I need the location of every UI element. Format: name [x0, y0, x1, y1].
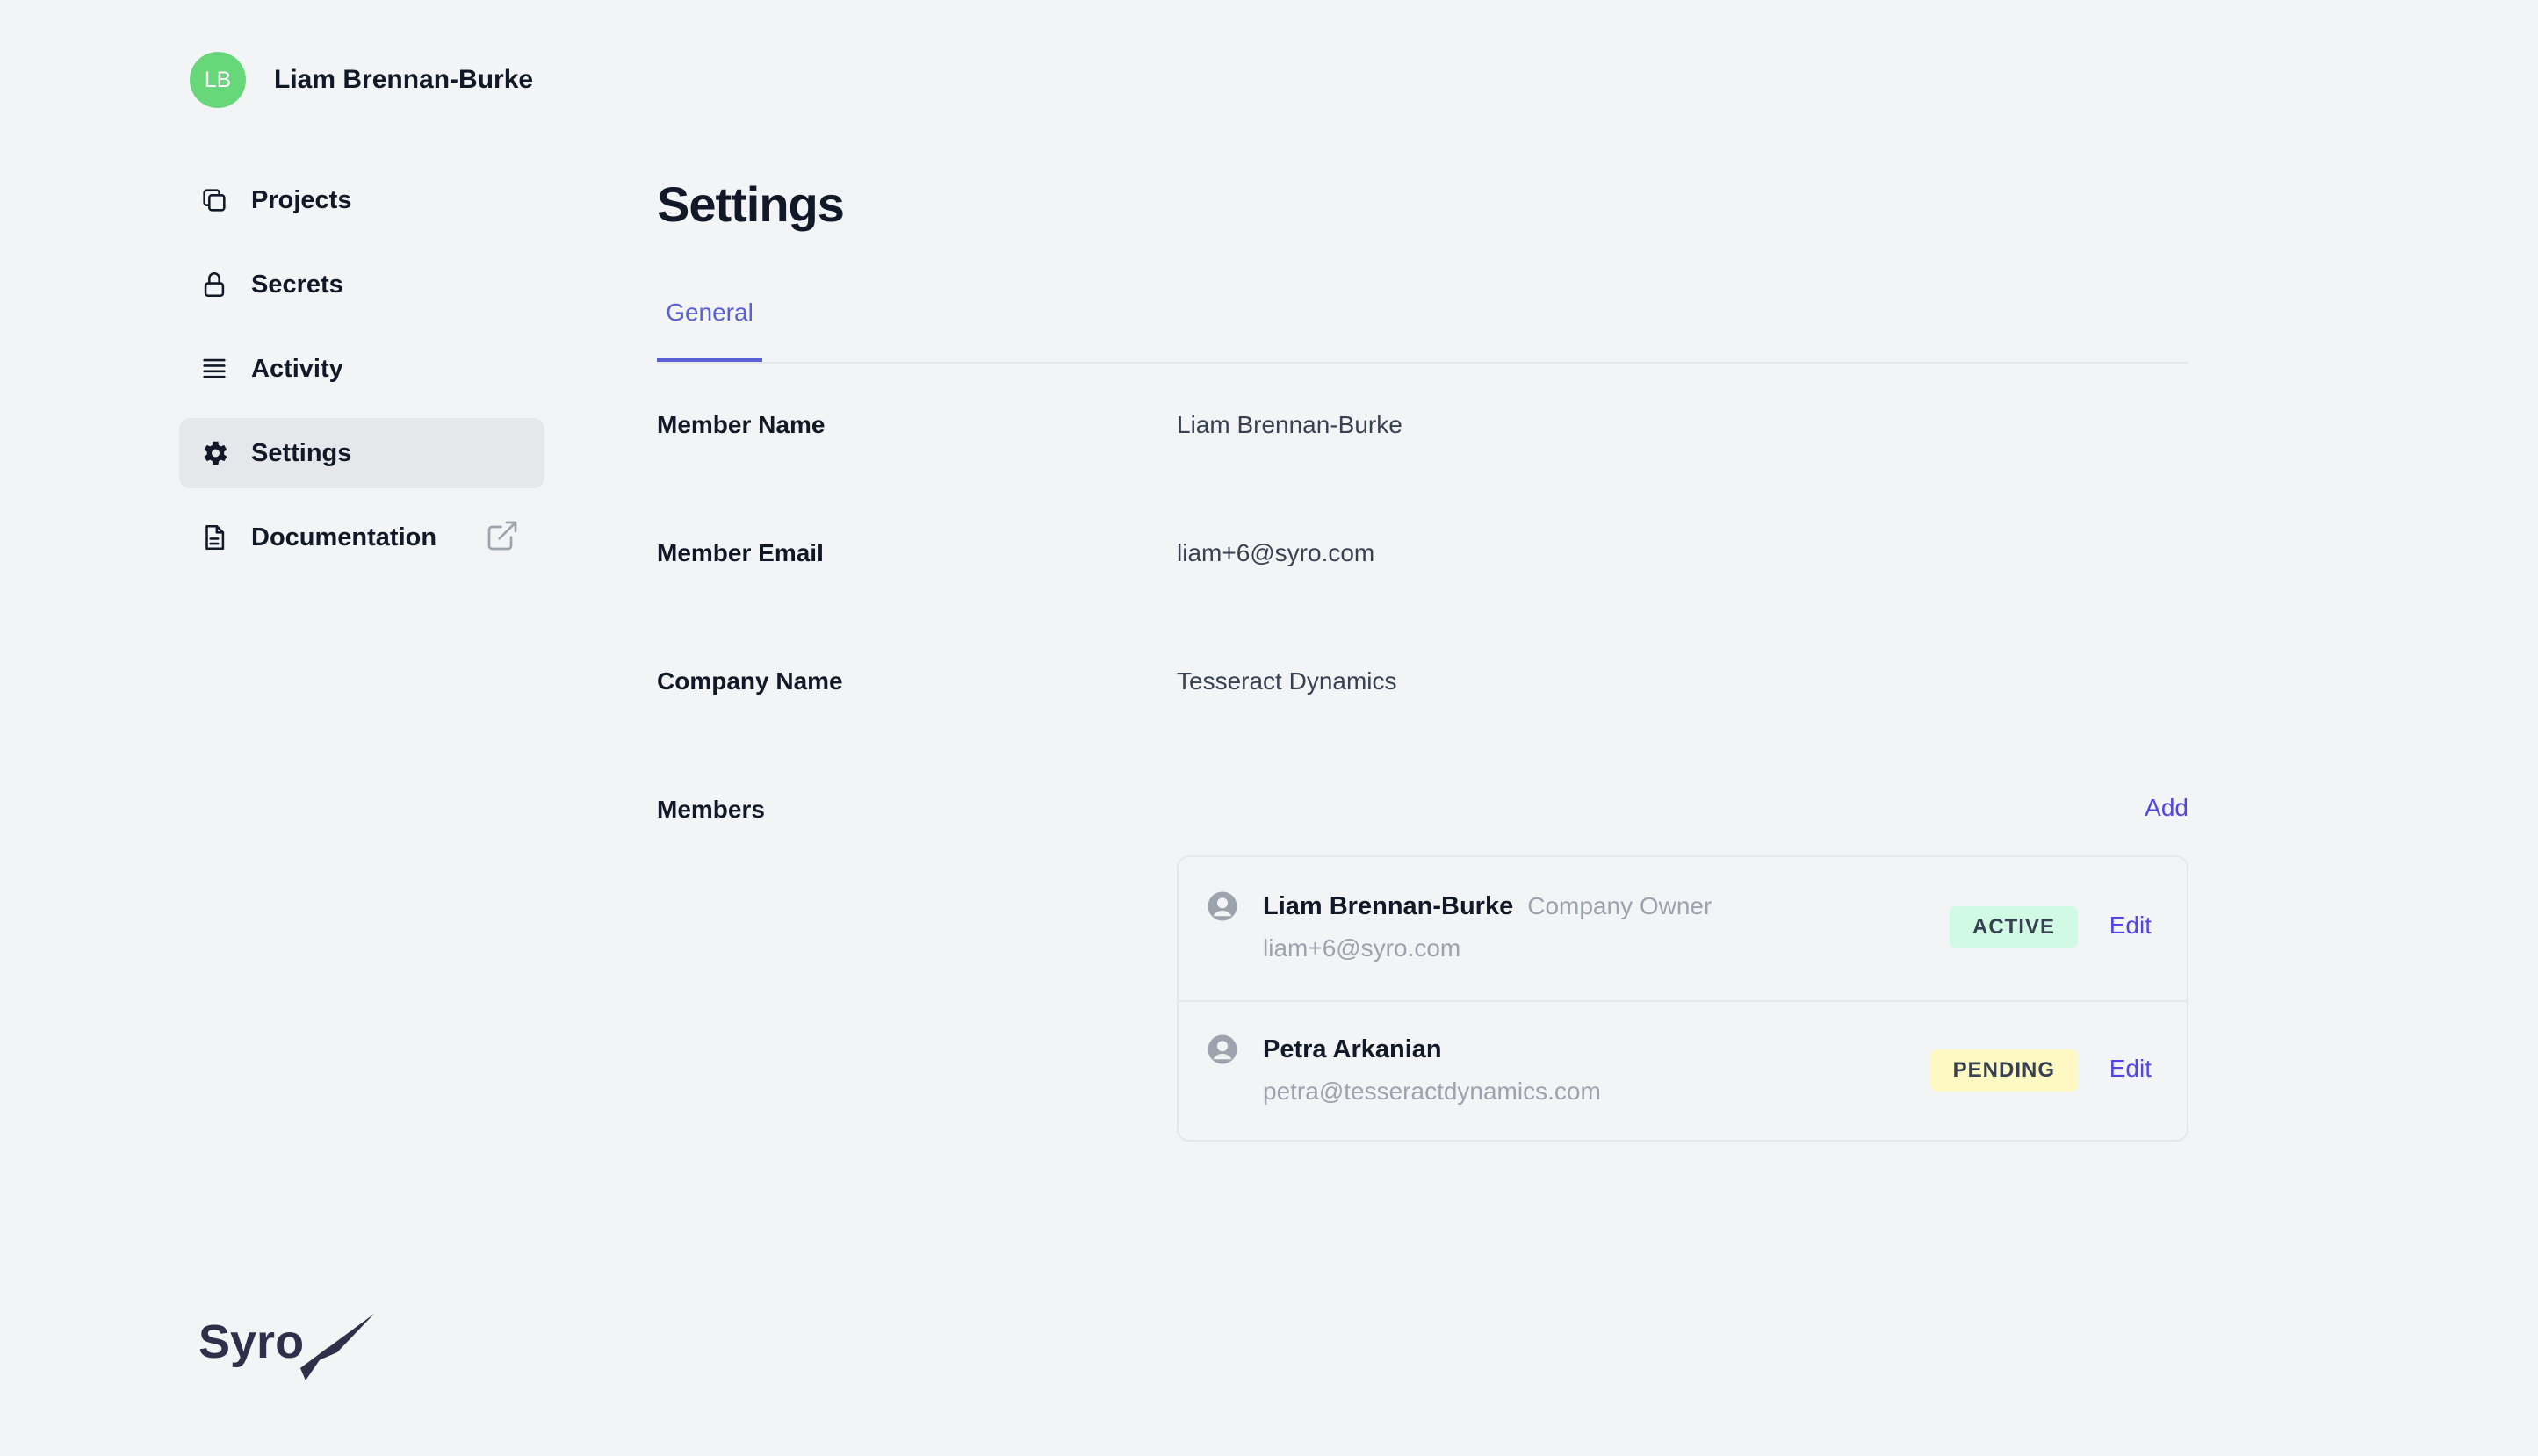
member-name-text: Petra Arkanian	[1263, 1035, 1442, 1063]
copy-icon	[195, 181, 234, 220]
sidebar-item-documentation[interactable]: Documentation	[179, 502, 544, 573]
sidebar-item-label: Documentation	[251, 523, 437, 551]
document-icon	[195, 518, 234, 557]
sidebar-nav: Projects Secrets Activity Settings Docum…	[179, 165, 544, 587]
edit-member-button[interactable]: Edit	[2109, 1055, 2152, 1083]
user-circle-icon	[1207, 1034, 1238, 1065]
status-badge: ACTIVE	[1949, 906, 2078, 948]
company-name-label: Company Name	[657, 667, 843, 695]
sidebar: LB Liam Brennan-Burke Projects Secrets A…	[0, 0, 562, 1456]
sidebar-item-label: Activity	[251, 354, 343, 383]
sidebar-item-secrets[interactable]: Secrets	[179, 249, 544, 320]
tab-bar: General	[657, 290, 2188, 364]
svg-text:Syro: Syro	[198, 1315, 304, 1368]
member-name: Petra Arkanian	[1263, 1035, 1442, 1064]
sidebar-item-label: Projects	[251, 185, 352, 214]
tab-general[interactable]: General	[657, 290, 762, 362]
company-name-value: Tesseract Dynamics	[1177, 667, 1397, 695]
list-item: Liam Brennan-Burke Company Owner liam+6@s…	[1179, 857, 2187, 1002]
members-label: Members	[657, 796, 765, 823]
sidebar-item-settings[interactable]: Settings	[179, 418, 544, 488]
member-email-label: Member Email	[657, 539, 824, 566]
lock-icon	[195, 265, 234, 304]
member-email: petra@tesseractdynamics.com	[1263, 1078, 1601, 1105]
member-name-label: Member Name	[657, 411, 826, 438]
sidebar-item-label: Secrets	[251, 270, 343, 299]
member-name: Liam Brennan-Burke Company Owner	[1263, 892, 1712, 921]
members-list: Liam Brennan-Burke Company Owner liam+6@s…	[1177, 855, 2188, 1142]
sidebar-item-activity[interactable]: Activity	[179, 334, 544, 404]
member-name-value: Liam Brennan-Burke	[1177, 411, 1402, 438]
syro-logo: Syro	[197, 1307, 383, 1386]
status-badge: PENDING	[1929, 1049, 2078, 1092]
list-icon	[195, 350, 234, 388]
edit-member-button[interactable]: Edit	[2109, 912, 2152, 940]
user-name: Liam Brennan-Burke	[274, 65, 534, 94]
external-link-icon[interactable]	[485, 518, 523, 557]
member-name-text: Liam Brennan-Burke	[1263, 892, 1514, 920]
member-email: liam+6@syro.com	[1263, 934, 1461, 962]
user-circle-icon	[1207, 890, 1238, 922]
add-member-link[interactable]: Add	[2145, 794, 2188, 822]
page-title: Settings	[657, 177, 845, 232]
avatar: LB	[190, 52, 246, 108]
list-item: Petra Arkanian petra@tesseractdynamics.c…	[1179, 1000, 2187, 1143]
sidebar-item-label: Settings	[251, 438, 352, 467]
gear-icon	[195, 434, 234, 472]
user-profile[interactable]: LB Liam Brennan-Burke	[190, 52, 533, 108]
member-email-value: liam+6@syro.com	[1177, 539, 1375, 566]
sidebar-item-projects[interactable]: Projects	[179, 165, 544, 235]
member-role: Company Owner	[1527, 892, 1712, 919]
